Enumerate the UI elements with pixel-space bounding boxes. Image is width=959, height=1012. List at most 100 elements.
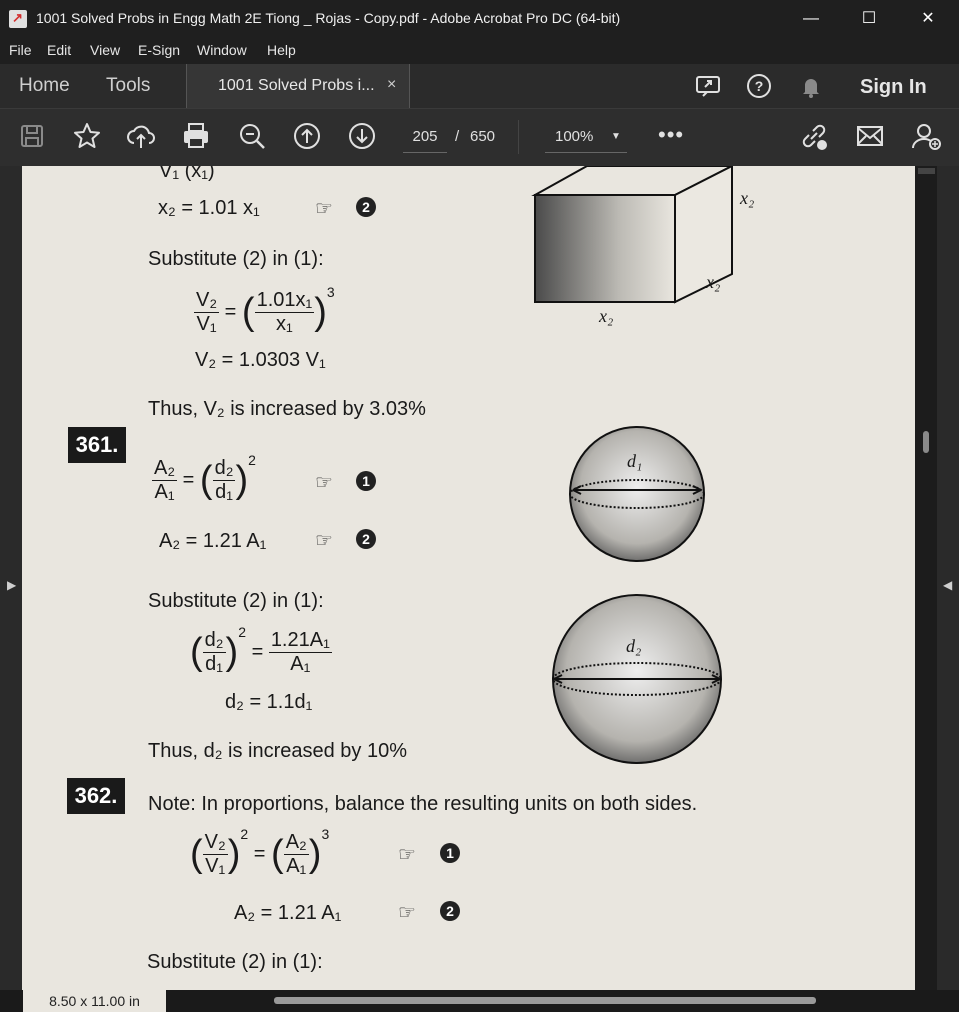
maximize-button[interactable]: ☐ xyxy=(840,0,898,38)
page-total: 650 xyxy=(470,128,496,145)
sign-in-button[interactable]: Sign In xyxy=(860,76,927,99)
area-equation: A₂ = 1.21 A₁ xyxy=(159,530,267,552)
pdf-page: V₁ (x₁) x₂ = 1.01 x₁ ☞ 2 Substitute (2) … xyxy=(22,166,915,990)
menu-file[interactable]: File xyxy=(9,42,32,58)
minimize-button[interactable]: — xyxy=(782,0,840,38)
fraction-denominator: V₁ xyxy=(205,855,226,878)
page-separator: / xyxy=(455,128,460,145)
add-user-icon[interactable] xyxy=(910,120,942,152)
zoom-value: 100% xyxy=(555,128,594,145)
fraction-denominator: d₁ xyxy=(205,653,224,676)
previous-page-icon[interactable] xyxy=(291,120,323,152)
substitute-label-2: Substitute (2) in (1): xyxy=(148,590,324,612)
cloud-upload-icon[interactable] xyxy=(125,120,157,152)
fraction-numerator: 1.01x₁ xyxy=(254,289,315,314)
more-tools-button[interactable]: ••• xyxy=(658,122,684,148)
sphere-d1-figure xyxy=(569,426,705,562)
circled-number-1: 1 xyxy=(356,471,376,491)
acrobat-app-icon xyxy=(9,10,27,28)
tab-document-label: 1001 Solved Probs i... xyxy=(218,77,375,94)
fraction-numerator: d₂ xyxy=(202,629,226,654)
diameter-result: d₂ = 1.1d₁ xyxy=(225,691,313,713)
cube-label-height: x₂ xyxy=(740,188,755,208)
save-icon[interactable] xyxy=(16,120,48,152)
menu-esign[interactable]: E-Sign xyxy=(138,42,180,58)
thus-statement-1: Thus, V₂ is increased by 3.03% xyxy=(148,398,426,420)
hand-pointer-icon: ☞ xyxy=(398,902,416,924)
fraction-numerator: V₂ xyxy=(194,289,220,314)
area-ratio-equation: A₂ A₁ = (d₂ d₁)2 xyxy=(152,452,256,504)
vertical-scrollbar-thumb[interactable] xyxy=(923,431,929,453)
hand-pointer-icon: ☞ xyxy=(315,198,333,220)
substitute-label-3: Substitute (2) in (1): xyxy=(147,951,323,973)
fraction-denominator: A₁ xyxy=(154,481,175,504)
hand-pointer-icon: ☞ xyxy=(315,530,333,552)
area-equation-2: A₂ = 1.21 A₁ xyxy=(234,902,342,924)
menu-bar: File Edit View E-Sign Window Help xyxy=(0,38,959,65)
fraction-denominator: A₁ xyxy=(290,653,311,676)
tab-tools[interactable]: Tools xyxy=(106,75,150,97)
thus-statement-2: Thus, d₂ is increased by 10% xyxy=(148,740,408,762)
volume-area-ratio-equation: (V₂ V₁)2 = (A₂ A₁)3 xyxy=(190,826,330,878)
hand-pointer-icon: ☞ xyxy=(398,844,416,866)
sphere-label-d2: d₂ xyxy=(626,636,642,656)
window-title: 1001 Solved Probs in Engg Math 2E Tiong … xyxy=(36,10,621,26)
circled-number-2: 2 xyxy=(356,197,376,217)
cube-label-depth: x₂ xyxy=(706,272,721,292)
exponent: 2 xyxy=(240,826,249,842)
exponent: 3 xyxy=(321,826,330,842)
chevron-down-icon: ▼ xyxy=(611,131,621,142)
fraction-denominator: x₁ xyxy=(276,313,293,336)
fraction-denominator: A₁ xyxy=(286,855,307,878)
tab-home[interactable]: Home xyxy=(19,75,70,97)
share-screen-icon[interactable] xyxy=(694,72,722,100)
exponent: 3 xyxy=(326,284,335,300)
equals-sign: = xyxy=(182,469,195,491)
vertical-scrollbar[interactable] xyxy=(915,166,937,990)
fraction-denominator: V₁ xyxy=(196,313,217,336)
fraction-numerator: A₂ xyxy=(283,831,309,856)
partial-equation-top: V₁ (x₁) xyxy=(159,166,215,182)
scrollbar-top-indicator xyxy=(918,168,935,174)
substitute-label-1: Substitute (2) in (1): xyxy=(148,248,324,270)
menu-view[interactable]: View xyxy=(90,42,120,58)
equals-sign: = xyxy=(253,843,266,865)
circled-number-2: 2 xyxy=(356,529,376,549)
close-button[interactable]: ✕ xyxy=(899,0,957,38)
tab-close-icon[interactable]: × xyxy=(387,76,396,94)
print-icon[interactable] xyxy=(180,120,212,152)
search-zoom-icon[interactable] xyxy=(236,120,268,152)
hand-pointer-icon: ☞ xyxy=(315,472,333,494)
tab-document[interactable]: 1001 Solved Probs i... × xyxy=(186,64,410,108)
notification-bell-icon[interactable] xyxy=(797,72,825,100)
svg-text:?: ? xyxy=(755,78,764,94)
fraction-numerator: d₂ xyxy=(212,457,236,482)
share-link-icon[interactable] xyxy=(798,120,830,152)
problem-number-361: 361. xyxy=(68,427,126,463)
equals-sign: = xyxy=(251,641,264,663)
bookmark-star-icon[interactable] xyxy=(71,120,103,152)
sphere-label-d1: d₁ xyxy=(627,451,643,471)
note-text: Note: In proportions, balance the result… xyxy=(148,793,698,815)
menu-window[interactable]: Window xyxy=(197,42,247,58)
page-number-input[interactable]: 205 xyxy=(403,122,447,153)
menu-help[interactable]: Help xyxy=(267,42,296,58)
zoom-select[interactable]: 100% ▼ xyxy=(545,122,627,153)
expand-right-panel-icon[interactable]: ◀ xyxy=(943,578,952,592)
horizontal-scrollbar-thumb[interactable] xyxy=(274,997,816,1004)
help-icon[interactable]: ? xyxy=(745,72,773,100)
email-icon[interactable] xyxy=(854,120,886,152)
toolbar-divider xyxy=(518,120,519,154)
volume-ratio-equation: V₂ V₁ = (1.01x₁ x₁)3 xyxy=(194,284,335,336)
sphere-d2-figure xyxy=(552,594,722,764)
circled-number-1: 1 xyxy=(440,843,460,863)
expand-left-panel-icon[interactable]: ▶ xyxy=(7,578,16,592)
volume-result: V₂ = 1.0303 V₁ xyxy=(195,349,326,371)
equals-sign: = xyxy=(224,301,237,323)
cube-label-width: x₂ xyxy=(599,306,614,326)
problem-number-362: 362. xyxy=(67,778,125,814)
exponent: 2 xyxy=(248,452,256,468)
menu-edit[interactable]: Edit xyxy=(47,42,71,58)
fraction-numerator: V₂ xyxy=(202,831,228,856)
next-page-icon[interactable] xyxy=(346,120,378,152)
